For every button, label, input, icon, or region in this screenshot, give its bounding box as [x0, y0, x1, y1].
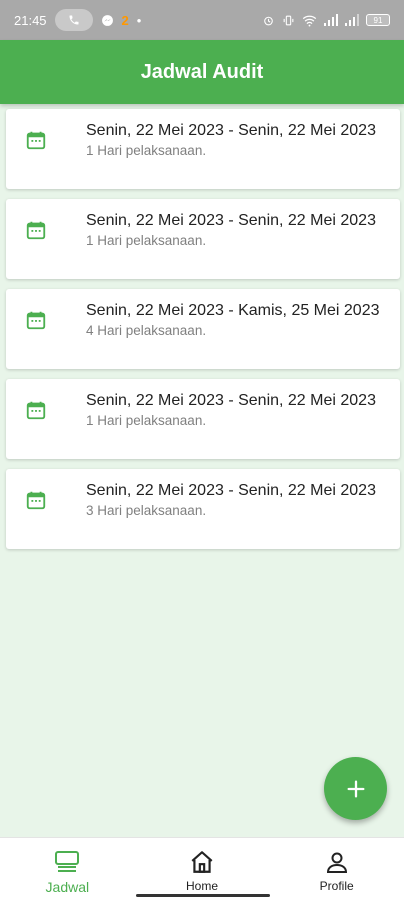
nav-label-profile: Profile [319, 879, 354, 893]
calendar-icon [26, 401, 46, 420]
nav-item-jadwal[interactable]: Jadwal [0, 838, 135, 900]
calendar-icon [26, 311, 46, 330]
messenger-icon [101, 14, 113, 26]
nav-item-home[interactable]: Home [135, 838, 270, 900]
schedule-duration: 3 Hari pelaksanaan. [86, 503, 207, 518]
vibrate-icon [283, 15, 294, 25]
schedule-date-range: Senin, 22 Mei 2023 - Kamis, 25 Mei 2023 [86, 302, 380, 319]
person-icon [326, 852, 347, 873]
add-schedule-button[interactable] [324, 757, 387, 820]
schedule-duration: 1 Hari pelaksanaan. [86, 413, 207, 428]
schedule-duration: 1 Hari pelaksanaan. [86, 233, 207, 248]
schedule-card[interactable]: Senin, 22 Mei 2023 - Senin, 22 Mei 2023 … [6, 109, 400, 189]
schedule-card[interactable]: Senin, 22 Mei 2023 - Senin, 22 Mei 2023 … [6, 199, 400, 279]
schedule-date-range: Senin, 22 Mei 2023 - Senin, 22 Mei 2023 [86, 392, 376, 409]
calendar-icon [26, 491, 46, 510]
alarm-icon [264, 16, 273, 25]
status-time: 21:45 [14, 12, 47, 28]
signal-icon-2 [345, 14, 359, 26]
schedule-date-range: Senin, 22 Mei 2023 - Senin, 22 Mei 2023 [86, 482, 376, 499]
notification-count: 2 [121, 12, 129, 28]
schedule-list: Senin, 22 Mei 2023 - Senin, 22 Mei 2023 … [6, 109, 400, 559]
more-notifications-dot: • [136, 12, 142, 28]
calendar-icon [26, 221, 46, 240]
schedule-card[interactable]: Senin, 22 Mei 2023 - Kamis, 25 Mei 2023 … [6, 289, 400, 369]
calendar-icon [26, 131, 46, 150]
bottom-navigation: Jadwal Home Profile [0, 837, 404, 900]
nav-label-jadwal: Jadwal [45, 879, 90, 895]
ongoing-call-pill[interactable] [54, 9, 93, 31]
signal-icon [324, 14, 338, 26]
home-indicator[interactable] [136, 894, 270, 897]
wifi-icon [302, 15, 317, 26]
status-bar: 21:45 2 • 91 [0, 0, 404, 40]
schedule-date-range: Senin, 22 Mei 2023 - Senin, 22 Mei 2023 [86, 122, 376, 139]
nav-item-profile[interactable]: Profile [269, 838, 404, 900]
schedule-card[interactable]: Senin, 22 Mei 2023 - Senin, 22 Mei 2023 … [6, 379, 400, 459]
schedule-duration: 4 Hari pelaksanaan. [86, 323, 207, 338]
schedule-date-range: Senin, 22 Mei 2023 - Senin, 22 Mei 2023 [86, 212, 376, 229]
app-bar: Jadwal Audit [0, 40, 404, 104]
status-right: 91 [262, 14, 390, 27]
phone-icon [69, 15, 79, 25]
schedule-card[interactable]: Senin, 22 Mei 2023 - Senin, 22 Mei 2023 … [6, 469, 400, 549]
nav-label-home: Home [186, 879, 219, 893]
list-icon [55, 851, 80, 872]
battery-icon: 91 [366, 14, 390, 26]
status-left: 21:45 2 • [14, 9, 141, 31]
schedule-duration: 1 Hari pelaksanaan. [86, 143, 207, 158]
home-icon [191, 851, 213, 873]
plus-icon [347, 780, 364, 797]
page-title: Jadwal Audit [140, 60, 264, 83]
